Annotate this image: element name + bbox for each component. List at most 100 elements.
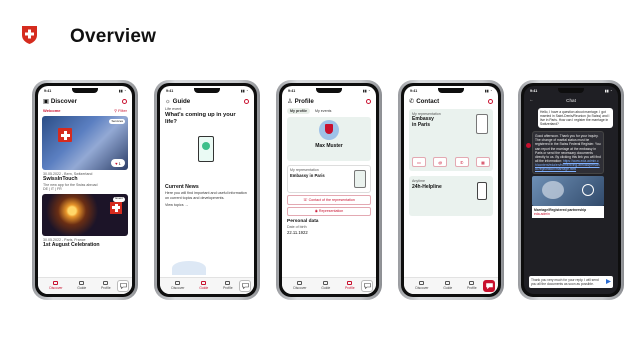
tab-profile[interactable]: Profile xyxy=(223,281,233,290)
contact-actions: ▭ @ ✆ ▦ xyxy=(412,157,490,167)
representation-card[interactable]: My representation Embassy in Paris ▭ @ ✆… xyxy=(409,109,493,171)
bulb-icon: ☼ xyxy=(165,97,171,105)
chat-screen: 9:41 ▮▮ ◔ ← Chat Hello, I have a question… xyxy=(524,86,618,294)
map-icon[interactable]: ▭ xyxy=(412,157,426,167)
news-card-image[interactable]: Services ♥ 1 xyxy=(42,116,128,170)
bulb-icon xyxy=(445,281,451,286)
tab-profile[interactable]: Profile xyxy=(467,281,477,290)
category-badge: Services xyxy=(109,118,125,124)
settings-icon[interactable] xyxy=(366,99,371,104)
card-langs: DE | IT | FR xyxy=(43,187,62,192)
chat-button[interactable] xyxy=(483,280,495,292)
bulb-icon xyxy=(201,281,207,286)
discover-icon xyxy=(297,281,303,286)
tab-guide[interactable]: Guide xyxy=(321,281,330,290)
outgoing-message: Hello, I have a question about marriage.… xyxy=(538,107,613,129)
discover-icon: ▣ xyxy=(43,97,49,105)
user-name: Max Muster xyxy=(315,143,343,150)
back-arrow-icon[interactable]: ← xyxy=(529,97,534,103)
swiss-avatar-icon xyxy=(526,143,531,148)
phone-contact: 9:41 ▮▮ ◔ ✆ Contact My representation Emba… xyxy=(398,80,504,300)
link-preview-image[interactable] xyxy=(532,176,604,207)
discover-header: ▣ Discover xyxy=(38,96,132,107)
settings-icon[interactable] xyxy=(244,99,249,104)
tab-profile[interactable]: Profile xyxy=(101,281,111,290)
chat-button[interactable] xyxy=(239,280,251,292)
building-icon xyxy=(476,114,488,134)
person-icon xyxy=(225,281,231,286)
building-icon xyxy=(354,170,366,189)
screen-title: Discover xyxy=(50,97,77,105)
representation-button[interactable]: ◉ Representation xyxy=(287,206,371,217)
tab-discover[interactable]: Discover xyxy=(415,281,429,290)
news-title: Current News xyxy=(165,183,199,190)
email-icon[interactable]: @ xyxy=(433,157,448,167)
helpline-card[interactable]: Anytime 24h-Helpline xyxy=(409,176,493,216)
screen-title: Contact xyxy=(416,97,440,105)
calendar-icon[interactable]: ▦ xyxy=(475,157,490,167)
person-icon: ♙ xyxy=(287,97,293,105)
phone-chat: 9:41 ▮▮ ◔ ← Chat Hello, I have a question… xyxy=(518,80,624,300)
person-icon xyxy=(103,281,109,286)
news-text: Here you will find important and useful … xyxy=(165,191,247,200)
phone-showcase: 9:41 ▮▮ ◔ ▣ Discover Welcome ⚲ Filter Serv… xyxy=(0,70,634,363)
swiss-shield-icon xyxy=(22,26,37,44)
profile-screen: 9:41 ▮▮ ◔ ♙ Profile My profile My events M… xyxy=(282,86,376,294)
notch xyxy=(316,88,342,93)
shield-icon xyxy=(325,124,333,135)
event-card-image[interactable]: Event xyxy=(42,193,128,236)
personal-data-title: Personal data xyxy=(287,219,319,225)
settings-icon[interactable] xyxy=(122,99,127,104)
chat-header: ← Chat xyxy=(524,96,618,106)
tab-guide[interactable]: Guide xyxy=(77,281,86,290)
chat-button[interactable] xyxy=(117,280,129,292)
discover-icon xyxy=(53,281,59,286)
notch xyxy=(194,88,220,93)
person-icon xyxy=(469,281,475,286)
check-icon xyxy=(202,141,210,150)
guide-question: What's coming up in your life? xyxy=(165,111,236,125)
avatar[interactable] xyxy=(319,120,339,141)
send-icon[interactable] xyxy=(606,279,611,284)
swiss-flag-icon xyxy=(110,201,122,214)
tab-guide[interactable]: Guide xyxy=(199,281,208,290)
dob-field: Date of birth 22.11.1922 xyxy=(282,225,376,235)
news-card-info[interactable]: 30.05.2022 - Bern, Switzerland SwissInTo… xyxy=(38,170,132,192)
guide-screen: 9:41 ▮▮ ◔ ☼ Guide Life event What's coming… xyxy=(160,86,254,294)
call-icon[interactable]: ✆ xyxy=(454,157,469,167)
message-input[interactable]: Thank you very much for your reply. I wi… xyxy=(529,276,613,288)
view-topics-link[interactable]: View topics → xyxy=(165,203,249,208)
tab-my-profile[interactable]: My profile xyxy=(287,108,310,115)
heart-icon: ♥ xyxy=(115,160,118,166)
screen-title: Profile xyxy=(294,97,314,105)
discover-screen: 9:41 ▮▮ ◔ ▣ Discover Welcome ⚲ Filter Serv… xyxy=(38,86,132,294)
profile-header: ♙ Profile xyxy=(282,96,376,107)
like-button[interactable]: ♥ 1 xyxy=(111,159,125,167)
phone-profile: 9:41 ▮▮ ◔ ♙ Profile My profile My events M… xyxy=(276,80,382,300)
discover-icon xyxy=(419,281,425,286)
profile-tabs: My profile My events xyxy=(282,107,376,115)
card-title: 1st August Celebration xyxy=(43,242,100,249)
event-card-info[interactable]: 30.05.2022 - Paris, France 1st August Ce… xyxy=(38,236,132,249)
tab-profile[interactable]: Profile xyxy=(345,281,355,290)
person-icon xyxy=(347,281,353,286)
chat-icon xyxy=(119,283,127,289)
tab-discover[interactable]: Discover xyxy=(171,281,185,290)
page-title: Overview xyxy=(70,26,157,47)
tab-discover[interactable]: Discover xyxy=(49,281,63,290)
contact-screen: 9:41 ▮▮ ◔ ✆ Contact My representation Emba… xyxy=(404,86,498,294)
dob-value: 22.11.1922 xyxy=(287,229,308,235)
guide-header: ☼ Guide xyxy=(160,96,254,107)
tab-discover[interactable]: Discover xyxy=(293,281,307,290)
filter-button[interactable]: ⚲ Filter xyxy=(114,108,127,113)
representation-box[interactable]: My representation Embassy in Paris xyxy=(287,165,371,194)
tab-guide[interactable]: Guide xyxy=(443,281,452,290)
link-preview-caption[interactable]: Marriage/Registered partnership eda.admi… xyxy=(532,206,604,218)
swiss-flag-icon xyxy=(58,128,72,142)
settings-icon[interactable] xyxy=(488,99,493,104)
chat-icon xyxy=(241,283,249,289)
chat-button[interactable] xyxy=(361,280,373,292)
discover-icon xyxy=(175,281,181,286)
tab-my-events[interactable]: My events xyxy=(312,108,334,114)
contact-representation-button[interactable]: ☏ Contact of the representation xyxy=(287,195,371,205)
